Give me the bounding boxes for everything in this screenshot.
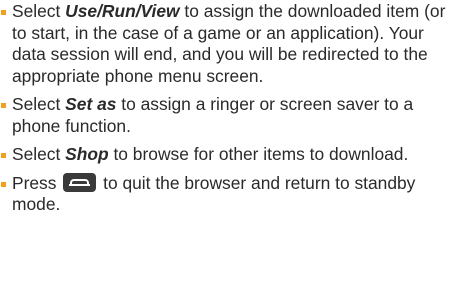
- instruction-press-end: Press to quit the browser and return to …: [0, 172, 461, 216]
- bullet-square-icon: [1, 103, 6, 108]
- instruction-use-run-view: Select Use/Run/View to assign the downlo…: [0, 1, 461, 87]
- bullet-square-icon: [1, 153, 6, 158]
- instruction-shop: Select Shop to browse for other items to…: [0, 144, 461, 166]
- instruction-keyword: Shop: [65, 144, 109, 164]
- end-call-key-icon: [63, 172, 97, 192]
- instruction-list: Select Use/Run/View to assign the downlo…: [0, 0, 461, 216]
- instruction-set-as: Select Set as to assign a ringer or scre…: [0, 94, 461, 137]
- instruction-keyword: Set as: [65, 94, 117, 114]
- instruction-prefix: Press: [12, 172, 62, 193]
- bullet-square-icon: [1, 181, 6, 187]
- instruction-prefix: Select: [12, 94, 66, 114]
- bullet-square-icon: [1, 10, 6, 15]
- instruction-keyword: Use/Run/View: [65, 1, 180, 21]
- instruction-text: to browse for other items to download.: [108, 144, 409, 164]
- instruction-prefix: Select: [12, 1, 66, 21]
- instruction-prefix: Select: [12, 144, 66, 164]
